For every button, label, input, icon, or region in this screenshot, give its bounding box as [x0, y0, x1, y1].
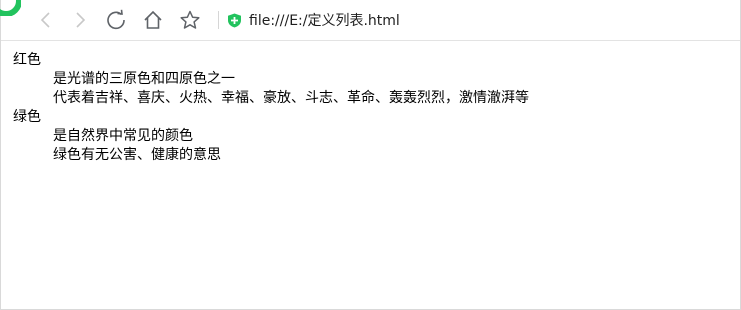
chevron-left-icon	[40, 12, 50, 28]
browser-logo-icon	[0, 0, 21, 16]
definition-description: 绿色有无公害、健康的意思	[53, 147, 221, 163]
definition-term: 红色	[13, 52, 41, 68]
home-icon	[144, 10, 162, 29]
browser-toolbar: file:///E:/定义列表.html	[0, 0, 740, 41]
bookmark-button[interactable]	[179, 9, 201, 31]
toolbar-divider	[218, 11, 219, 29]
definition-description: 是自然界中常见的颜色	[53, 128, 193, 144]
definition-description: 代表着吉祥、喜庆、火热、幸福、豪放、斗志、革命、轰轰烈烈，激情澈湃等	[53, 90, 529, 106]
definition-list: 红色 是光谱的三原色和四原色之一 代表着吉祥、喜庆、火热、幸福、豪放、斗志、革命…	[13, 51, 740, 165]
star-icon	[180, 10, 200, 29]
reload-icon	[107, 9, 125, 30]
forward-button[interactable]	[69, 9, 91, 31]
address-url: file:///E:/定义列表.html	[249, 13, 400, 29]
chevron-right-icon	[76, 12, 86, 28]
back-button[interactable]	[35, 9, 57, 31]
reload-button[interactable]	[105, 9, 127, 31]
home-button[interactable]	[142, 9, 164, 31]
browser-window: file:///E:/定义列表.html 红色 是光谱的三原色和四原色之一 代表…	[0, 0, 741, 310]
definition-term: 绿色	[13, 109, 41, 125]
definition-description: 是光谱的三原色和四原色之一	[53, 71, 235, 87]
page-content: 红色 是光谱的三原色和四原色之一 代表着吉祥、喜庆、火热、幸福、豪放、斗志、革命…	[1, 41, 740, 165]
address-bar[interactable]: file:///E:/定义列表.html	[227, 8, 727, 32]
shield-plus-icon	[228, 13, 241, 27]
